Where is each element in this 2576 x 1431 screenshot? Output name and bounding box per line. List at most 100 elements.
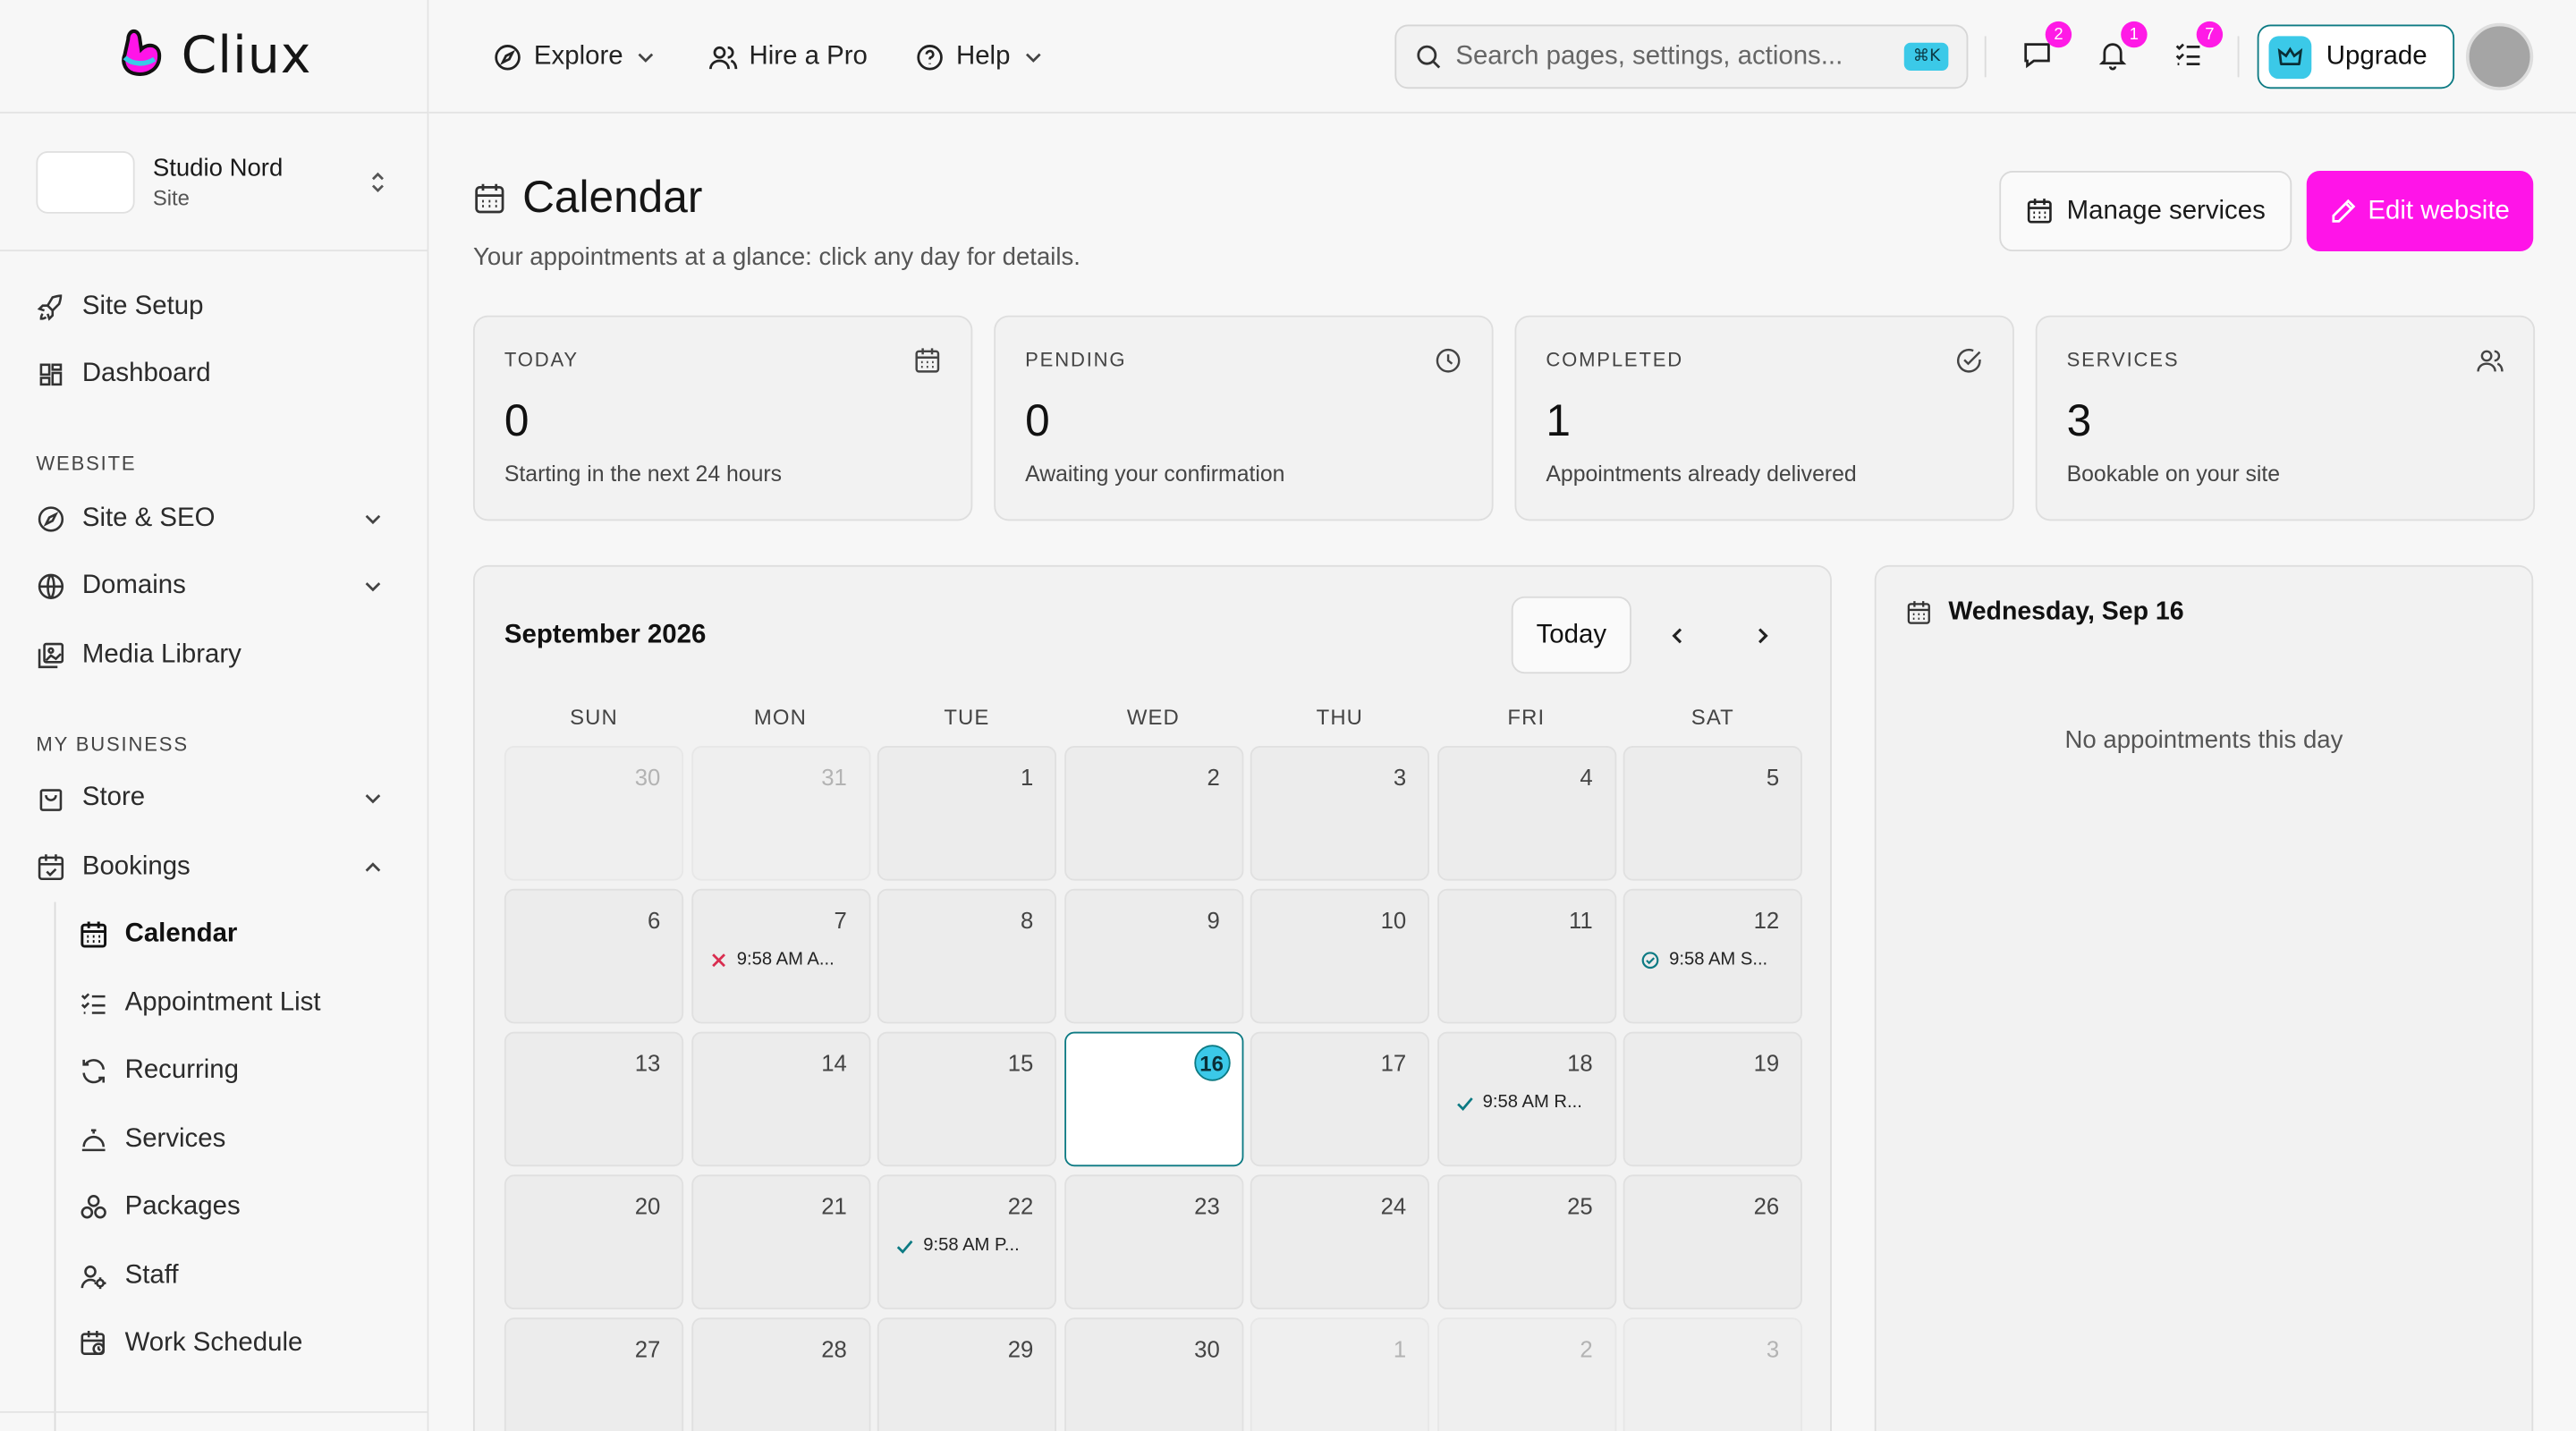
- stat-card-completed: COMPLETED 1 Appointments already deliver…: [1514, 315, 2014, 521]
- calendar-day-cell[interactable]: 20: [504, 1174, 684, 1310]
- day-number: 7: [834, 907, 847, 934]
- avatar[interactable]: [2465, 22, 2534, 91]
- sidebar-item-staff[interactable]: Staff: [0, 1242, 428, 1310]
- calendar-day-cell[interactable]: 24: [1250, 1174, 1429, 1310]
- messages-button[interactable]: 2: [2021, 21, 2072, 73]
- chevron-down-icon: [365, 514, 381, 524]
- calendar-day-cell[interactable]: 18 9:58 AM R...: [1436, 1031, 1616, 1167]
- globe-icon: [38, 574, 64, 600]
- calendar-day-cell[interactable]: 3: [1623, 1317, 1802, 1431]
- calendar-day-cell[interactable]: 12 9:58 AM S...: [1623, 888, 1802, 1024]
- logo[interactable]: Cliux: [0, 0, 428, 114]
- calendar-day-cell[interactable]: 7 9:58 AM A...: [691, 888, 870, 1024]
- calendar-day-cell[interactable]: 21: [691, 1174, 870, 1310]
- calendar-day-cell[interactable]: 1: [1250, 1317, 1429, 1431]
- manage-services-button[interactable]: Manage services: [1999, 171, 2292, 252]
- notifications-button[interactable]: 1: [2097, 21, 2148, 73]
- chevron-down-icon: [1025, 52, 1041, 62]
- tasks-button[interactable]: 7: [2172, 21, 2224, 73]
- explore-menu[interactable]: Explore: [493, 0, 656, 114]
- calendar-day-cell[interactable]: 14: [691, 1031, 870, 1167]
- today-button[interactable]: Today: [1511, 596, 1631, 674]
- sidebar-item-dashboard[interactable]: Dashboard: [0, 341, 428, 409]
- bell-service-icon: [81, 1129, 106, 1151]
- calendar-day-cell[interactable]: 6: [504, 888, 684, 1024]
- calendar-day-cell[interactable]: 26: [1623, 1174, 1802, 1310]
- search-input[interactable]: [1455, 41, 1905, 72]
- stat-label: COMPLETED: [1546, 348, 1684, 372]
- calendar-day-cell-selected[interactable]: 16: [1063, 1031, 1243, 1167]
- previous-month-button[interactable]: [1655, 613, 1700, 658]
- sidebar-item-bookings[interactable]: Bookings: [0, 833, 428, 901]
- hire-a-pro-link[interactable]: Hire a Pro: [708, 0, 868, 114]
- sidebar-item-services[interactable]: Services: [0, 1105, 428, 1173]
- calendar-day-cell[interactable]: 1: [877, 745, 1057, 881]
- weekday-label: THU: [1316, 705, 1364, 730]
- calendar-day-cell[interactable]: 9: [1063, 888, 1243, 1024]
- calendar-day-cell[interactable]: 30: [504, 745, 684, 881]
- next-month-button[interactable]: [1740, 613, 1785, 658]
- sidebar-item-packages[interactable]: Packages: [0, 1174, 428, 1242]
- appointment-chip[interactable]: 9:58 AM P...: [895, 1235, 1041, 1255]
- calendar-day-cell[interactable]: 17: [1250, 1031, 1429, 1167]
- tasks-count-badge: 7: [2196, 21, 2224, 48]
- day-details-date: Wednesday, Sep 16: [1948, 597, 2184, 626]
- weekday-label: TUE: [944, 705, 990, 730]
- calendar-day-cell[interactable]: 19: [1623, 1031, 1802, 1167]
- appointment-chip[interactable]: 9:58 AM A...: [709, 950, 855, 970]
- calendar-day-cell[interactable]: 2: [1436, 1317, 1616, 1431]
- upgrade-button[interactable]: Upgrade: [2257, 24, 2455, 89]
- site-thumbnail: [36, 150, 135, 213]
- appointment-chip[interactable]: 9:58 AM R...: [1454, 1093, 1600, 1113]
- calendar-day-cell[interactable]: 31: [691, 745, 870, 881]
- calendar-day-cell[interactable]: 30: [1063, 1317, 1243, 1431]
- sidebar-item-label: Domains: [81, 572, 186, 600]
- sidebar-item-site-setup[interactable]: Site Setup: [0, 273, 428, 341]
- weekday-label: SAT: [1690, 705, 1734, 730]
- stat-description: Bookable on your site: [2066, 461, 2281, 487]
- day-number: 22: [1007, 1192, 1034, 1220]
- calendar-day-cell[interactable]: 11: [1436, 888, 1616, 1024]
- calendar-day-cell[interactable]: 27: [504, 1317, 684, 1431]
- appointment-chip[interactable]: 9:58 AM S...: [1641, 950, 1787, 970]
- day-number: 29: [1007, 1335, 1034, 1362]
- sidebar-item-label: Services: [124, 1124, 226, 1154]
- edit-website-button[interactable]: Edit website: [2306, 171, 2534, 252]
- calendar-day-cell[interactable]: 15: [877, 1031, 1057, 1167]
- search-bar[interactable]: ⌘K: [1394, 24, 1969, 89]
- day-number: 25: [1567, 1192, 1593, 1220]
- sidebar-item-work-schedule[interactable]: Work Schedule: [0, 1310, 428, 1378]
- calendar-day-cell[interactable]: 22 9:58 AM P...: [877, 1174, 1057, 1310]
- day-number: 11: [1568, 907, 1593, 934]
- refresh-icon: [82, 1059, 105, 1084]
- sidebar-item-media-library[interactable]: Media Library: [0, 621, 428, 689]
- sidebar-item-site-seo[interactable]: Site & SEO: [0, 485, 428, 553]
- calendar-day-cell[interactable]: 13: [504, 1031, 684, 1167]
- site-switcher[interactable]: Studio Nord Site: [0, 114, 428, 252]
- sidebar-item-domains[interactable]: Domains: [0, 553, 428, 621]
- calendar-day-cell[interactable]: 4: [1436, 745, 1616, 881]
- day-number: 12: [1753, 907, 1780, 934]
- calendar-day-cell[interactable]: 8: [877, 888, 1057, 1024]
- sidebar-item-store[interactable]: Store: [0, 765, 428, 833]
- calendar-day-cell[interactable]: 28: [691, 1317, 870, 1431]
- calendar-day-cell[interactable]: 10: [1250, 888, 1429, 1024]
- calendar-day-cell[interactable]: 2: [1063, 745, 1243, 881]
- day-number: 23: [1194, 1192, 1220, 1220]
- help-label: Help: [955, 41, 1011, 71]
- sidebar-item-calendar[interactable]: Calendar: [0, 902, 428, 970]
- sidebar-item-label: Bookings: [81, 851, 191, 881]
- calendar-day-cell[interactable]: 3: [1250, 745, 1429, 881]
- appointment-time: 9:58 AM P...: [923, 1235, 1020, 1256]
- day-number: 17: [1380, 1049, 1407, 1077]
- appointment-time: 9:58 AM R...: [1482, 1092, 1582, 1113]
- help-menu[interactable]: Help: [915, 0, 1043, 114]
- sidebar-item-recurring[interactable]: Recurring: [0, 1037, 428, 1105]
- day-number: 3: [1766, 1335, 1780, 1362]
- section-heading-website: WEBSITE: [36, 452, 137, 475]
- calendar-day-cell[interactable]: 29: [877, 1317, 1057, 1431]
- calendar-day-cell[interactable]: 5: [1623, 745, 1802, 881]
- calendar-day-cell[interactable]: 25: [1436, 1174, 1616, 1310]
- calendar-day-cell[interactable]: 23: [1063, 1174, 1243, 1310]
- sidebar-item-appointment-list[interactable]: Appointment List: [0, 970, 428, 1037]
